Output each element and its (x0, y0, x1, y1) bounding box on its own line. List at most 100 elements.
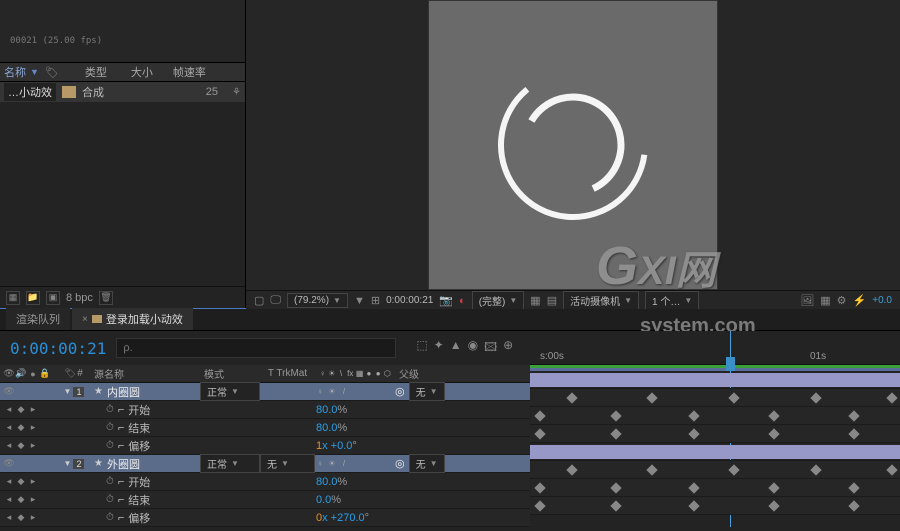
kf-nav-prev-icon[interactable]: ◂ (4, 405, 14, 415)
twirl-icon[interactable]: ▼ (64, 387, 72, 396)
blend-mode-dropdown[interactable]: 正常▼ (200, 454, 260, 473)
property-row[interactable]: ◂◆▸ ⏱⌐ 偏移 1x +0.0° (0, 437, 530, 455)
column-parent[interactable]: 父级 (395, 366, 465, 381)
pickwhip-icon[interactable]: ◎ (395, 457, 405, 470)
interpret-footage-icon[interactable]: ▦ (6, 291, 20, 305)
new-comp-icon[interactable]: ▣ (46, 291, 60, 305)
keyframe-icon[interactable] (886, 392, 897, 403)
eye-column-icon[interactable]: 👁 (4, 369, 14, 379)
stopwatch-icon[interactable]: ⏱ (106, 404, 114, 415)
column-size[interactable]: 大小 (131, 64, 153, 80)
timeline-graph-area[interactable]: s:00s 01s (530, 331, 900, 527)
trash-icon[interactable]: 🗑 (99, 291, 113, 305)
tab-composition[interactable]: ×登录加载小动效 (72, 308, 193, 330)
eye-icon[interactable]: 👁 (4, 459, 14, 469)
column-switches[interactable]: ♀☀\fx▦●●⬡ (315, 369, 395, 379)
flowchart-icon[interactable]: ⚘ (232, 87, 241, 98)
resolution-dropdown[interactable]: (完整)▼ (472, 291, 525, 310)
resolution-icon[interactable]: ⊞ (371, 294, 380, 307)
fast-preview-icon[interactable]: ⚡ (853, 294, 867, 307)
property-row[interactable]: ◂◆▸ ⏱⌐ 偏移 0x +270.0° (0, 509, 530, 527)
keyframe-icon[interactable] (534, 500, 545, 511)
preview-timecode[interactable]: 0:00:00:21 (386, 295, 433, 306)
channel-icon[interactable]: ▼ (354, 295, 365, 307)
kf-add-icon[interactable]: ◆ (16, 405, 26, 415)
keyframe-icon[interactable] (768, 482, 779, 493)
lock-column-icon[interactable]: 🔒 (40, 369, 50, 379)
kf-nav-next-icon[interactable]: ▸ (28, 405, 38, 415)
keyframe-icon[interactable] (848, 410, 859, 421)
keyframe-icon[interactable] (768, 428, 779, 439)
eye-icon[interactable]: 👁 (4, 387, 14, 397)
parent-dropdown[interactable]: 无▼ (409, 382, 445, 401)
keyframe-icon[interactable] (646, 464, 657, 475)
stopwatch-icon[interactable]: ⏱ (106, 476, 114, 487)
keyframe-icon[interactable] (728, 392, 739, 403)
tool-icon[interactable]: ⬚ (416, 338, 427, 359)
property-value[interactable]: 80.0 (316, 476, 337, 488)
project-item-row[interactable]: …小动效 合成 25 ⚘ (0, 82, 245, 102)
exposure-value[interactable]: +0.0 (872, 295, 892, 306)
project-columns-header[interactable]: 名称▼ 🏷 类型 大小 帧速率 (0, 62, 245, 82)
pickwhip-icon[interactable]: ◎ (395, 385, 405, 398)
close-icon[interactable]: × (82, 314, 88, 325)
column-name[interactable]: 名称▼ (4, 64, 39, 80)
guides-icon[interactable]: ▤ (547, 294, 557, 307)
layer-row[interactable]: 👁 ▼2 ★外圈圆 正常▼ 无▼ ♀☀/ ◎无▼ (0, 455, 530, 473)
keyframe-icon[interactable] (848, 428, 859, 439)
keyframe-icon[interactable] (534, 428, 545, 439)
property-row[interactable]: ◂◆▸ ⏱⌐ 结束 0.0% (0, 491, 530, 509)
stopwatch-icon[interactable]: ⏱ (106, 422, 114, 433)
keyframe-icon[interactable] (768, 410, 779, 421)
parent-dropdown[interactable]: 无▼ (409, 454, 445, 473)
property-value[interactable]: 80.0 (316, 404, 337, 416)
bpc-label[interactable]: 8 bpc (66, 292, 93, 304)
keyframe-icon[interactable] (566, 392, 577, 403)
keyframe-icon[interactable] (610, 482, 621, 493)
tool-icon[interactable]: 🖾 (484, 338, 497, 359)
keyframe-icon[interactable] (688, 482, 699, 493)
tab-render-queue[interactable]: 渲染队列 (6, 308, 70, 330)
stopwatch-icon[interactable]: ⏱ (106, 512, 114, 523)
stopwatch-icon[interactable]: ⏱ (106, 440, 114, 451)
column-fps[interactable]: 帧速率 (173, 64, 206, 80)
property-value[interactable]: 0.0 (316, 494, 331, 506)
keyframe-icon[interactable] (688, 500, 699, 511)
keyframe-icon[interactable] (728, 464, 739, 475)
column-type[interactable]: 类型 (85, 64, 107, 80)
keyframe-icon[interactable] (688, 410, 699, 421)
column-source[interactable]: 源名称 (90, 366, 200, 381)
property-row[interactable]: ◂◆▸ ⏱⌐ 开始 80.0% (0, 401, 530, 419)
region-icon[interactable]: ▢ (254, 294, 264, 307)
display-icon[interactable]: 🖵 (270, 294, 281, 307)
keyframe-icon[interactable] (534, 482, 545, 493)
audio-column-icon[interactable]: 🔊 (16, 369, 26, 379)
keyframe-icon[interactable] (810, 464, 821, 475)
3d-icon[interactable]: 🖼 (800, 294, 814, 307)
renderer-icon[interactable]: ⚙ (837, 294, 847, 307)
column-mode[interactable]: 模式 (200, 366, 260, 381)
layer-row[interactable]: 👁 ▼1 ★内圈圆 正常▼ ♀☀/ ◎无▼ (0, 383, 530, 401)
keyframe-icon[interactable] (688, 428, 699, 439)
keyframe-icon[interactable] (768, 500, 779, 511)
keyframe-icon[interactable] (534, 410, 545, 421)
solo-column-icon[interactable]: ● (28, 369, 38, 379)
zoom-dropdown[interactable]: (79.2%)▼ (287, 293, 348, 308)
stopwatch-icon[interactable]: ⏱ (106, 494, 114, 505)
keyframe-icon[interactable] (610, 500, 621, 511)
current-timecode[interactable]: 0:00:00:21 (0, 339, 116, 358)
property-value[interactable]: 80.0 (316, 422, 337, 434)
twirl-icon[interactable]: ▼ (64, 459, 72, 468)
views-dropdown[interactable]: 1 个…▼ (645, 291, 699, 310)
property-row[interactable]: ◂◆▸ ⏱⌐ 结束 80.0% (0, 419, 530, 437)
keyframe-icon[interactable] (646, 392, 657, 403)
new-folder-icon[interactable]: 📁 (26, 291, 40, 305)
tool-icon[interactable]: ▲ (450, 338, 462, 359)
time-ruler[interactable]: s:00s 01s (530, 331, 900, 365)
keyframe-icon[interactable] (810, 392, 821, 403)
snapshot-icon[interactable]: 📷 (439, 294, 453, 307)
trkmat-dropdown[interactable]: 无▼ (260, 454, 315, 473)
tool-icon[interactable]: ✦ (434, 338, 444, 359)
cti-head-icon[interactable] (726, 357, 735, 371)
keyframe-icon[interactable] (610, 428, 621, 439)
